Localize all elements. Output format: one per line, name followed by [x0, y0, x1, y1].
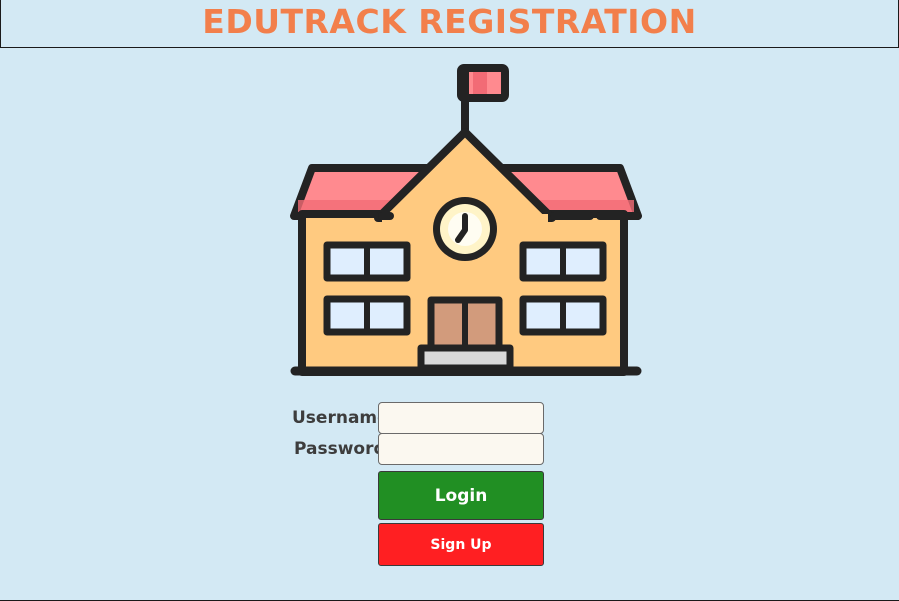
- header-bar: EDUTRACK REGISTRATION: [0, 0, 899, 48]
- login-button[interactable]: Login: [378, 471, 544, 520]
- username-label: Username: [292, 408, 389, 428]
- page-title: EDUTRACK REGISTRATION: [202, 2, 697, 41]
- app-window: EDUTRACK REGISTRATION Username Password …: [0, 0, 899, 601]
- username-input[interactable]: [378, 402, 544, 434]
- password-label: Password: [294, 439, 386, 459]
- password-input[interactable]: [378, 433, 544, 465]
- school-building-icon: [290, 64, 642, 376]
- signup-button[interactable]: Sign Up: [378, 523, 544, 566]
